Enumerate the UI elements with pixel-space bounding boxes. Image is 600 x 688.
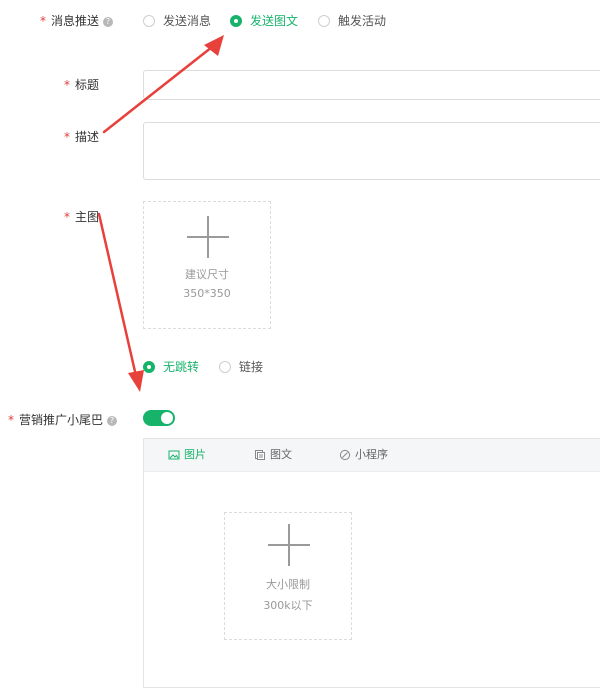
arrow-to-article-radio bbox=[102, 35, 224, 134]
annotation-arrows bbox=[97, 35, 224, 392]
arrow-to-tail bbox=[97, 212, 144, 392]
